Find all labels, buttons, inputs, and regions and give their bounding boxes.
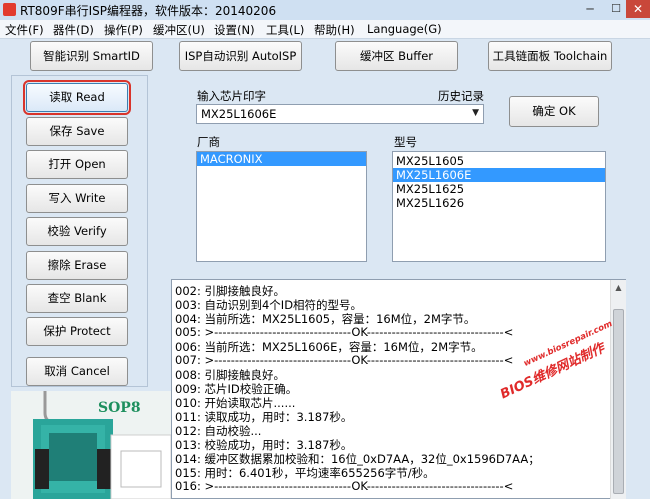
log-line: 007: >---------------------------------O… <box>175 353 514 367</box>
sop8-socket-icon <box>11 391 171 499</box>
menu-help[interactable]: 帮助(H) <box>314 22 355 38</box>
chip-input-combobox[interactable]: MX25L1606E ▼ <box>196 104 484 124</box>
dropdown-arrow-icon[interactable]: ▼ <box>472 108 479 118</box>
chip-input-label: 输入芯片印字 <box>197 89 266 103</box>
menu-language[interactable]: Language(G) <box>367 22 442 36</box>
menu-device[interactable]: 器件(D) <box>53 22 94 38</box>
model-item[interactable]: MX25L1626 <box>393 196 605 210</box>
toolchain-button[interactable]: 工具链面板 Toolchain <box>488 41 612 71</box>
menu-operation[interactable]: 操作(P) <box>104 22 143 38</box>
log-scrollbar[interactable]: ▲ <box>610 280 626 499</box>
verify-button[interactable]: 校验 Verify <box>26 217 128 246</box>
log-line: 005: >---------------------------------O… <box>175 325 514 339</box>
window-title: RT809F串行ISP编程器，软件版本：20140206 <box>20 4 277 18</box>
smartid-button[interactable]: 智能识别 SmartID <box>30 41 153 71</box>
model-item-selected[interactable]: MX25L1606E <box>393 168 605 182</box>
ok-button[interactable]: 确定 OK <box>509 96 599 127</box>
read-button[interactable]: 读取 Read <box>23 80 131 115</box>
minimize-button[interactable]: ─ <box>577 3 603 17</box>
save-button[interactable]: 保存 Save <box>26 117 128 146</box>
menu-file[interactable]: 文件(F) <box>5 22 44 38</box>
buffer-button[interactable]: 缓冲区 Buffer <box>335 41 458 71</box>
autoisp-button[interactable]: ISP自动识别 AutoISP <box>179 41 302 71</box>
vendor-item-macronix[interactable]: MACRONIX <box>197 152 366 166</box>
erase-button[interactable]: 擦除 Erase <box>26 251 128 280</box>
chip-input-value[interactable]: MX25L1606E <box>201 107 276 121</box>
protect-button[interactable]: 保护 Protect <box>26 317 128 346</box>
package-label: SOP8 <box>98 400 141 416</box>
model-item[interactable]: MX25L1605 <box>393 154 605 168</box>
model-label: 型号 <box>394 135 417 149</box>
title-bar: RT809F串行ISP编程器，软件版本：20140206 ─ ☐ ✕ <box>0 0 650 21</box>
cancel-button[interactable]: 取消 Cancel <box>26 357 128 386</box>
history-label: 历史记录 <box>438 89 484 103</box>
scroll-up-icon[interactable]: ▲ <box>611 280 626 295</box>
vendor-list[interactable]: MACRONIX <box>196 151 367 262</box>
scrollbar-thumb[interactable] <box>613 309 624 494</box>
vendor-label: 厂商 <box>197 135 220 149</box>
write-button[interactable]: 写入 Write <box>26 184 128 213</box>
open-button[interactable]: 打开 Open <box>26 150 128 179</box>
menu-tools[interactable]: 工具(L) <box>266 22 304 38</box>
model-list[interactable]: MX25L1605 MX25L1606E MX25L1625 MX25L1626 <box>392 151 606 262</box>
device-image: SOP8 <box>11 391 171 499</box>
app-icon <box>3 3 16 16</box>
menu-bar: 文件(F) 器件(D) 操作(P) 缓冲区(U) 设置(N) 工具(L) 帮助(… <box>0 20 650 39</box>
model-item[interactable]: MX25L1625 <box>393 182 605 196</box>
log-line: 016: >---------------------------------O… <box>175 479 514 493</box>
menu-settings[interactable]: 设置(N) <box>214 22 255 38</box>
blank-button[interactable]: 查空 Blank <box>26 284 128 313</box>
menu-buffer[interactable]: 缓冲区(U) <box>153 22 205 38</box>
close-button[interactable]: ✕ <box>626 0 650 18</box>
